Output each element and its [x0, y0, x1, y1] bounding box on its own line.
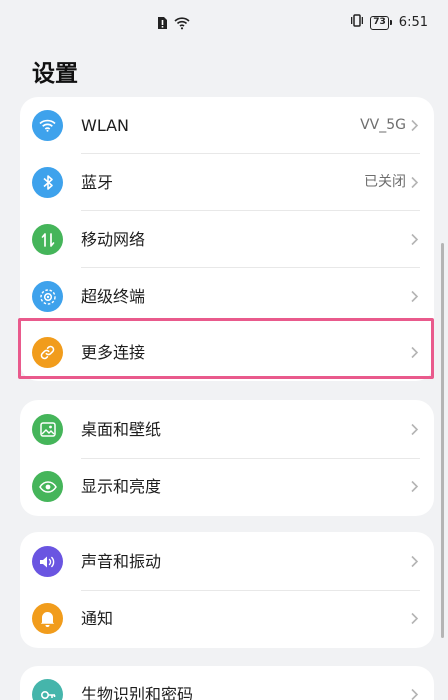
settings-item-more-connections[interactable]: 更多连接	[20, 324, 434, 381]
mobile-data-icon	[32, 224, 63, 255]
chevron-right-icon	[411, 423, 419, 436]
status-center	[157, 15, 190, 34]
wifi-icon	[174, 15, 190, 34]
chevron-right-icon	[411, 119, 419, 132]
connectivity-card: WLAN VV_5G 蓝牙 已关闭 移动网络 超级终端 更多连接	[20, 97, 434, 381]
settings-item-label: 生物识别和密码	[81, 685, 194, 700]
link-icon	[32, 337, 63, 368]
settings-item-label: WLAN	[81, 116, 130, 135]
settings-item-label: 通知	[81, 609, 114, 628]
super-device-icon	[32, 281, 63, 312]
chevron-right-icon	[411, 612, 419, 625]
settings-item-label: 桌面和壁纸	[81, 420, 162, 439]
settings-item-label: 移动网络	[81, 230, 146, 249]
settings-item-wlan[interactable]: WLAN VV_5G	[20, 97, 434, 154]
page-title: 设置	[32, 61, 78, 87]
settings-item-value: VV_5G	[360, 117, 406, 133]
bluetooth-icon	[32, 167, 63, 198]
speaker-icon	[32, 546, 63, 577]
settings-item-notifications[interactable]: 通知	[20, 590, 434, 647]
chevron-right-icon	[411, 233, 419, 246]
settings-item-label: 显示和亮度	[81, 477, 162, 496]
wifi-icon	[32, 110, 63, 141]
settings-item-label: 蓝牙	[81, 173, 114, 192]
sim-alert-icon	[157, 15, 168, 34]
key-icon	[32, 679, 63, 700]
settings-item-wallpaper[interactable]: 桌面和壁纸	[20, 401, 434, 458]
settings-item-label: 声音和振动	[81, 552, 162, 571]
status-right: 73 6:51	[350, 14, 428, 31]
settings-item-display[interactable]: 显示和亮度	[20, 458, 434, 515]
chevron-right-icon	[411, 555, 419, 568]
settings-item-bluetooth[interactable]: 蓝牙 已关闭	[20, 154, 434, 211]
settings-item-mobile-network[interactable]: 移动网络	[20, 211, 434, 268]
wallpaper-icon	[32, 414, 63, 445]
status-bar: 73 6:51	[0, 0, 448, 42]
bell-icon	[32, 603, 63, 634]
settings-item-label: 更多连接	[81, 343, 146, 362]
sound-card: 声音和振动 通知	[20, 532, 434, 648]
chevron-right-icon	[411, 480, 419, 493]
security-card: 生物识别和密码	[20, 666, 434, 700]
eye-icon	[32, 471, 63, 502]
chevron-right-icon	[411, 176, 419, 189]
status-time: 6:51	[398, 15, 428, 30]
chevron-right-icon	[411, 688, 419, 700]
scrollbar[interactable]	[441, 243, 444, 638]
battery-icon: 73	[370, 15, 392, 30]
display-card: 桌面和壁纸 显示和亮度	[20, 400, 434, 516]
settings-item-sound[interactable]: 声音和振动	[20, 533, 434, 590]
settings-item-label: 超级终端	[81, 287, 146, 306]
settings-item-biometrics[interactable]: 生物识别和密码	[20, 666, 434, 700]
vibrate-icon	[350, 14, 364, 31]
settings-item-super-device[interactable]: 超级终端	[20, 268, 434, 325]
settings-item-value: 已关闭	[364, 174, 406, 190]
chevron-right-icon	[411, 290, 419, 303]
chevron-right-icon	[411, 346, 419, 359]
